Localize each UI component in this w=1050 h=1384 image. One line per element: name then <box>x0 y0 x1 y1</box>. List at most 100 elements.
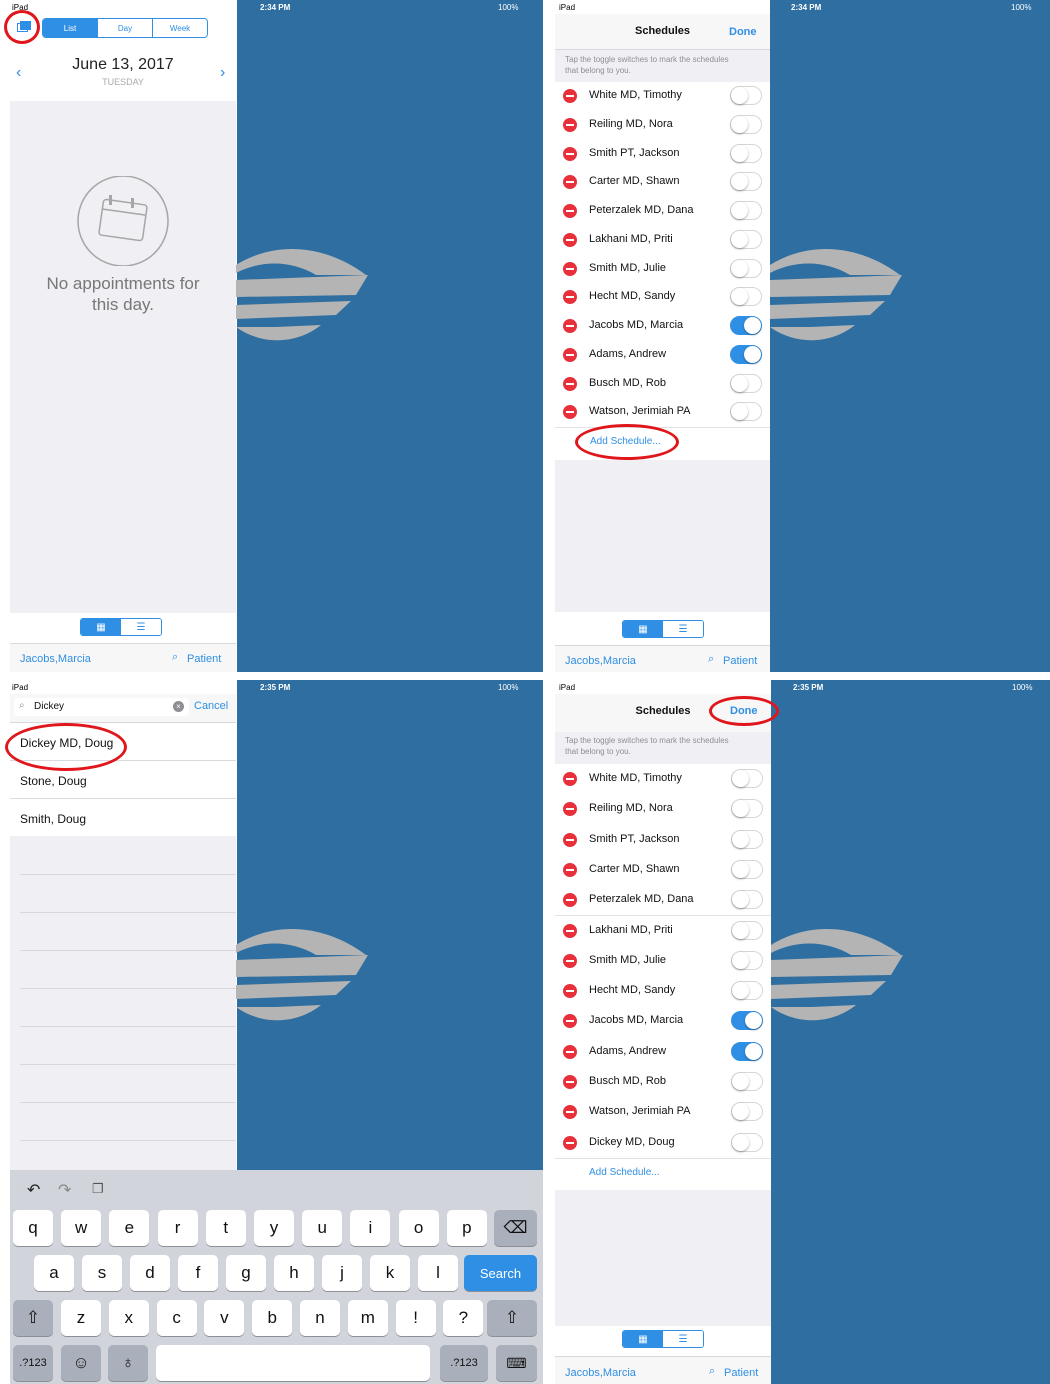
bottom-view-switch[interactable]: ▦ ☰ <box>622 1330 704 1348</box>
delete-icon[interactable] <box>563 893 577 908</box>
keyboard-dismiss-icon[interactable]: ⌨ <box>496 1345 537 1381</box>
add-schedule-link[interactable]: Add Schedule... <box>589 1167 660 1178</box>
key[interactable]: j <box>322 1255 362 1291</box>
microphone-icon[interactable]: ♁ <box>108 1345 148 1381</box>
delete-icon[interactable] <box>563 1014 577 1029</box>
delete-icon[interactable] <box>563 175 577 190</box>
delete-icon[interactable] <box>563 290 577 305</box>
key[interactable]: d <box>130 1255 170 1291</box>
key[interactable]: ! <box>395 1300 436 1336</box>
key[interactable]: g <box>226 1255 266 1291</box>
delete-icon[interactable] <box>563 953 577 968</box>
key[interactable]: l <box>418 1255 458 1291</box>
delete-icon[interactable] <box>563 376 577 391</box>
backspace-key[interactable]: ⌫ <box>494 1210 537 1246</box>
search-input[interactable]: ⌕ Dickey × <box>14 698 189 716</box>
search-icon[interactable]: ⌕ <box>708 653 714 666</box>
key[interactable]: b <box>252 1300 293 1336</box>
key[interactable]: o <box>398 1210 439 1246</box>
redo-icon[interactable]: ↷ <box>58 1180 71 1200</box>
delete-icon[interactable] <box>563 802 577 817</box>
delete-icon[interactable] <box>563 1135 577 1150</box>
schedule-toggle[interactable] <box>730 258 762 278</box>
schedule-toggle[interactable] <box>730 287 762 307</box>
delete-icon[interactable] <box>563 319 577 333</box>
segment-day[interactable]: Day <box>98 19 153 37</box>
schedule-toggle[interactable] <box>731 981 763 1001</box>
key[interactable]: p <box>446 1210 487 1246</box>
contacts-tab-icon[interactable]: ☰ <box>121 619 161 635</box>
next-day-chevron-icon[interactable]: › <box>220 64 225 82</box>
key[interactable]: a <box>34 1255 74 1291</box>
schedule-toggle[interactable] <box>730 344 762 364</box>
schedule-toggle[interactable] <box>730 373 762 393</box>
bottom-view-switch[interactable]: ▦ ☰ <box>622 620 704 638</box>
numbers-key-left[interactable]: .?123 <box>13 1345 53 1381</box>
key[interactable]: m <box>347 1300 388 1336</box>
numbers-key-right[interactable]: .?123 <box>440 1345 488 1381</box>
key[interactable]: q <box>13 1210 53 1246</box>
key[interactable]: z <box>61 1300 101 1336</box>
patient-search-link[interactable]: Patient <box>187 653 221 665</box>
key[interactable]: n <box>300 1300 340 1336</box>
view-segmented-control[interactable]: List Day Week <box>42 18 208 38</box>
schedule-toggle[interactable] <box>731 799 763 819</box>
paste-icon[interactable]: ❐ <box>92 1181 104 1197</box>
delete-icon[interactable] <box>563 232 577 247</box>
shift-right-key[interactable]: ⇧ <box>487 1300 537 1336</box>
schedule-toggle[interactable] <box>731 1072 763 1091</box>
search-icon[interactable]: ⌕ <box>172 651 178 664</box>
schedule-toggle[interactable] <box>731 1041 763 1061</box>
delete-icon[interactable] <box>563 923 577 938</box>
cancel-button[interactable]: Cancel <box>194 700 228 712</box>
schedule-toggle[interactable] <box>730 114 762 134</box>
contacts-tab-icon[interactable]: ☰ <box>663 621 703 637</box>
segment-list[interactable]: List <box>43 19 98 37</box>
key[interactable]: e <box>109 1210 150 1246</box>
delete-icon[interactable] <box>563 1105 577 1120</box>
key[interactable]: i <box>350 1210 391 1246</box>
schedule-toggle[interactable] <box>730 143 762 163</box>
search-icon[interactable]: ⌕ <box>709 1365 715 1378</box>
schedule-toggle[interactable] <box>731 890 763 910</box>
schedule-toggle[interactable] <box>731 859 763 879</box>
schedule-toggle[interactable] <box>731 829 763 849</box>
delete-icon[interactable] <box>563 1044 577 1059</box>
key[interactable]: ? <box>443 1300 484 1336</box>
delete-icon[interactable] <box>563 261 577 276</box>
delete-icon[interactable] <box>563 89 577 103</box>
key[interactable]: x <box>108 1300 149 1336</box>
delete-icon[interactable] <box>563 405 577 420</box>
key[interactable]: t <box>205 1210 246 1246</box>
delete-icon[interactable] <box>563 862 577 877</box>
schedule-toggle[interactable] <box>730 316 762 335</box>
emoji-icon[interactable]: ☺ <box>61 1345 101 1381</box>
segment-week[interactable]: Week <box>153 19 207 37</box>
delete-icon[interactable] <box>563 146 577 161</box>
calendar-tab-icon[interactable]: ▦ <box>623 1331 663 1347</box>
delete-icon[interactable] <box>563 1075 577 1089</box>
bottom-view-switch[interactable]: ▦ ☰ <box>80 618 162 636</box>
patient-search-link[interactable]: Patient <box>723 655 757 667</box>
clear-icon[interactable]: × <box>173 701 184 712</box>
calendar-tab-icon[interactable]: ▦ <box>623 621 663 637</box>
current-user-link[interactable]: Jacobs,Marcia <box>20 653 91 665</box>
schedule-toggle[interactable] <box>730 86 762 105</box>
key[interactable]: c <box>156 1300 197 1336</box>
shift-left-key[interactable]: ⇧ <box>13 1300 53 1336</box>
patient-search-link[interactable]: Patient <box>724 1367 758 1379</box>
schedule-toggle[interactable] <box>731 1132 763 1152</box>
schedule-toggle[interactable] <box>730 201 762 220</box>
key[interactable]: y <box>254 1210 294 1246</box>
key[interactable]: f <box>178 1255 218 1291</box>
key[interactable]: k <box>370 1255 410 1291</box>
delete-icon[interactable] <box>563 772 577 786</box>
delete-icon[interactable] <box>563 347 577 362</box>
delete-icon[interactable] <box>563 204 577 218</box>
undo-icon[interactable]: ↶ <box>27 1180 40 1200</box>
calendar-tab-icon[interactable]: ▦ <box>81 619 121 635</box>
search-key[interactable]: Search <box>464 1255 537 1291</box>
delete-icon[interactable] <box>563 984 577 999</box>
key[interactable]: h <box>274 1255 314 1291</box>
delete-icon[interactable] <box>563 832 577 847</box>
